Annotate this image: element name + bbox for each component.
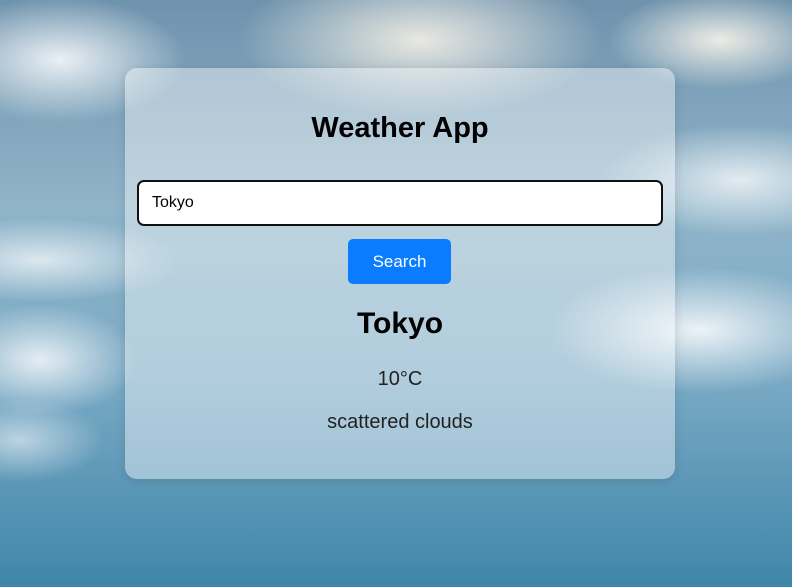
- city-name: Tokyo: [356, 307, 444, 340]
- search-button[interactable]: Search: [348, 239, 451, 284]
- weather-description: scattered clouds: [327, 411, 473, 433]
- temperature: 10°C: [377, 368, 423, 390]
- city-search-input[interactable]: [137, 180, 663, 226]
- app-title: Weather App: [311, 112, 489, 144]
- weather-card: Weather App Search Tokyo 10°C scattered …: [125, 68, 675, 479]
